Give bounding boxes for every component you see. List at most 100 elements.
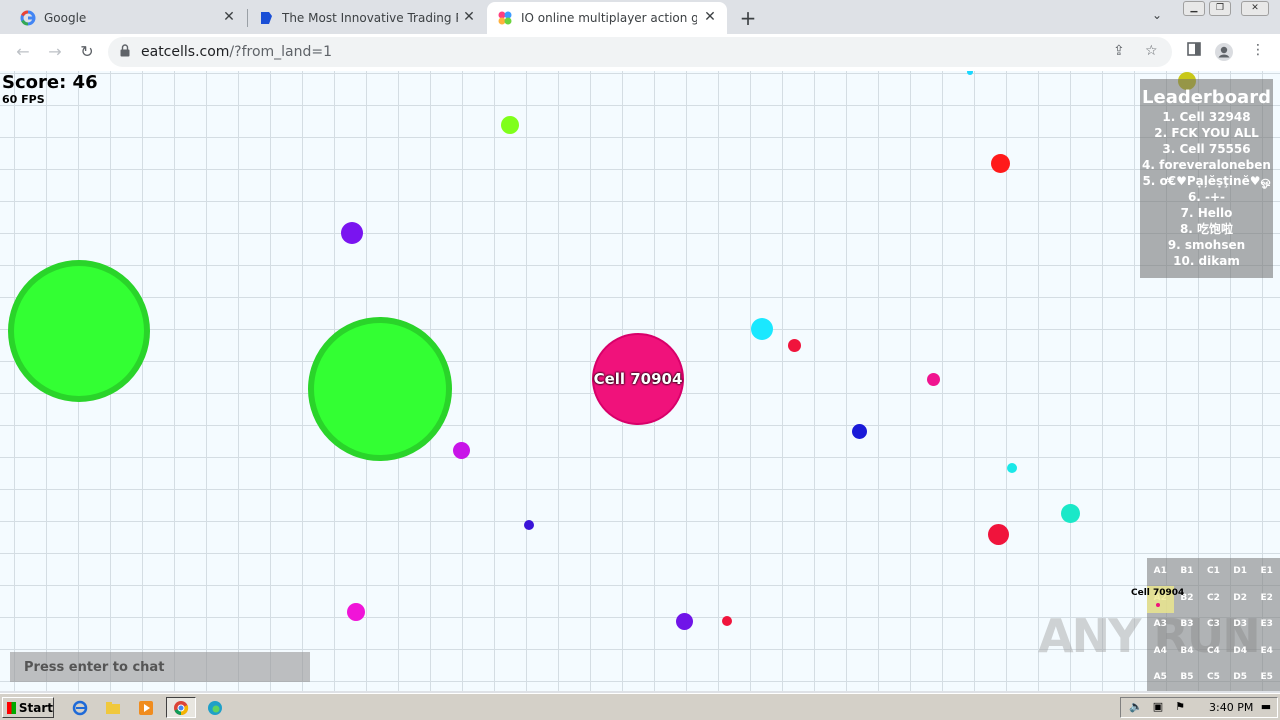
minimap-sector: D3 bbox=[1233, 619, 1247, 630]
minimap-sector: C5 bbox=[1207, 672, 1220, 683]
food-pellet bbox=[1061, 504, 1080, 523]
tab-google[interactable]: Google ✕ bbox=[0, 2, 246, 34]
game-canvas[interactable]: Cell 70904 Score: 46 60 FPS Leaderboard … bbox=[0, 71, 1280, 691]
leaderboard-entry: 2. FCK YOU ALL bbox=[1154, 126, 1259, 140]
url-text: eatcells.com/?from_land=1 bbox=[141, 44, 332, 60]
food-pellet bbox=[453, 442, 470, 459]
close-icon[interactable]: ✕ bbox=[220, 9, 238, 25]
reload-button[interactable]: ↻ bbox=[76, 42, 98, 61]
food-pellet bbox=[1007, 463, 1017, 473]
profile-avatar-icon[interactable] bbox=[1214, 42, 1234, 62]
minimize-button[interactable]: ▁ bbox=[1183, 1, 1205, 16]
tab-search-chevron-icon[interactable]: ⌄ bbox=[1152, 8, 1162, 22]
leaderboard-entry: 8. 吃饱啦 bbox=[1179, 222, 1234, 236]
chat-input[interactable]: Press enter to chat bbox=[10, 652, 310, 682]
tab-title: The Most Innovative Trading Platform bbox=[282, 11, 458, 25]
side-panel-icon[interactable] bbox=[1184, 42, 1204, 62]
food-pellet bbox=[788, 339, 801, 352]
url-path: /?from_land=1 bbox=[229, 44, 333, 60]
forward-button[interactable]: → bbox=[44, 42, 66, 61]
minimap: A1B1C1D1E1A2B2C2D2E2A3B3C3D3E3A4B4C4D4E4… bbox=[1147, 558, 1280, 691]
minimap-sector: E2 bbox=[1260, 592, 1273, 603]
minimap-sector: E3 bbox=[1260, 619, 1273, 630]
internet-explorer-icon[interactable] bbox=[68, 697, 92, 718]
minimap-sector: B4 bbox=[1180, 645, 1194, 656]
close-icon[interactable]: ✕ bbox=[701, 9, 719, 25]
flag-notification-icon[interactable]: ⚑ bbox=[1173, 700, 1187, 714]
bookmark-star-icon[interactable]: ☆ bbox=[1145, 43, 1158, 59]
food-pellet bbox=[524, 520, 534, 530]
network-icon[interactable]: ▣ bbox=[1151, 700, 1165, 714]
share-icon[interactable]: ⇪ bbox=[1113, 43, 1125, 59]
url-domain: eatcells.com bbox=[141, 44, 230, 60]
minimap-sector: E5 bbox=[1260, 672, 1273, 683]
back-button[interactable]: ← bbox=[12, 42, 34, 61]
folder-icon[interactable] bbox=[101, 697, 125, 718]
chat-placeholder: Press enter to chat bbox=[24, 660, 165, 675]
minimap-sector: A5 bbox=[1153, 672, 1167, 683]
minimap-sector: B5 bbox=[1180, 672, 1194, 683]
food-pellet bbox=[988, 524, 1009, 545]
media-glyph bbox=[139, 700, 153, 715]
minimap-sector: B3 bbox=[1180, 619, 1194, 630]
start-label: Start bbox=[18, 700, 53, 715]
tab-eatcells[interactable]: IO online multiplayer action game. St ✕ bbox=[487, 2, 727, 34]
leaderboard-entry: 10. dikam bbox=[1173, 254, 1240, 268]
menu-kebab-icon[interactable]: ⋮ bbox=[1248, 42, 1268, 62]
food-pellet bbox=[347, 603, 365, 621]
player-cell[interactable]: Cell 70904 bbox=[592, 333, 684, 425]
minimap-player-label: Cell 70904 bbox=[1131, 588, 1185, 598]
food-pellet bbox=[501, 116, 519, 134]
food-pellet bbox=[676, 613, 693, 630]
food-pellet bbox=[341, 222, 363, 244]
tab-title: Google bbox=[44, 11, 87, 25]
start-button[interactable]: Start bbox=[2, 697, 54, 718]
minimap-sector: A4 bbox=[1153, 645, 1167, 656]
address-bar[interactable]: eatcells.com/?from_land=1 ⇪ ☆ bbox=[108, 37, 1172, 67]
folder-glyph bbox=[106, 701, 120, 714]
minimap-sector: C1 bbox=[1207, 566, 1220, 576]
chrome-glyph bbox=[174, 700, 189, 715]
leaderboard-entry: 4. foreveraloneben bbox=[1142, 158, 1271, 172]
close-icon[interactable]: ✕ bbox=[460, 9, 478, 25]
show-desktop-icon[interactable]: ▬ bbox=[1259, 700, 1273, 714]
browser-toolbar: ← → ↻ eatcells.com/?from_land=1 ⇪ ☆ ⋮ bbox=[0, 34, 1280, 71]
leaderboard-entry: 3. Cell 75556 bbox=[1162, 142, 1251, 156]
food-pellet bbox=[722, 616, 732, 626]
leaderboard-entry: 5. ơ€♥Pạļĕṣţinĕ♥ஓ bbox=[1142, 174, 1271, 188]
minimap-sector: C4 bbox=[1207, 645, 1220, 656]
minimap-player-dot bbox=[1156, 603, 1160, 607]
speaker-icon[interactable]: 🔈 bbox=[1129, 700, 1143, 714]
lock-icon bbox=[120, 44, 130, 57]
avatar-glyph bbox=[1215, 43, 1233, 61]
close-window-button[interactable]: ✕ bbox=[1241, 1, 1269, 16]
restore-button[interactable]: ❐ bbox=[1209, 1, 1231, 16]
green-virus bbox=[308, 317, 452, 461]
minimap-sector: D5 bbox=[1233, 672, 1247, 683]
minimap-sector: E1 bbox=[1260, 566, 1273, 576]
system-tray: 🔈 ▣ ⚑ 3:40 PM ▬ bbox=[1120, 697, 1278, 718]
minimap-sector: D2 bbox=[1233, 592, 1247, 603]
leaderboard-list: 1. Cell 32948 2. FCK YOU ALL 3. Cell 755… bbox=[1140, 109, 1273, 269]
leaderboard: Leaderboard 1. Cell 32948 2. FCK YOU ALL… bbox=[1140, 79, 1273, 278]
food-pellet bbox=[927, 373, 940, 386]
minimap-sector: A1 bbox=[1153, 566, 1167, 576]
tab-title: IO online multiplayer action game. St bbox=[521, 11, 697, 25]
score-display: Score: 46 bbox=[2, 72, 98, 93]
green-virus bbox=[8, 260, 150, 402]
food-pellet bbox=[751, 318, 773, 340]
tab-trading-platform[interactable]: The Most Innovative Trading Platform ✕ bbox=[248, 2, 486, 34]
edge-icon[interactable] bbox=[203, 697, 227, 718]
new-tab-button[interactable]: + bbox=[738, 6, 758, 30]
media-player-icon[interactable] bbox=[134, 697, 158, 718]
minimap-sector: D4 bbox=[1233, 645, 1247, 656]
leaderboard-title: Leaderboard bbox=[1142, 87, 1271, 108]
leaderboard-entry: 9. smohsen bbox=[1167, 238, 1246, 252]
minimap-sector: C3 bbox=[1207, 619, 1220, 630]
windows-flag-icon bbox=[7, 701, 16, 714]
minimap-sector: C2 bbox=[1207, 592, 1220, 603]
chrome-taskbar-icon[interactable] bbox=[166, 697, 196, 718]
minimap-sector: D1 bbox=[1233, 566, 1247, 576]
minimap-sector: E4 bbox=[1260, 645, 1273, 656]
taskbar: Start 🔈 ▣ ⚑ 3:40 PM ▬ bbox=[0, 693, 1280, 720]
